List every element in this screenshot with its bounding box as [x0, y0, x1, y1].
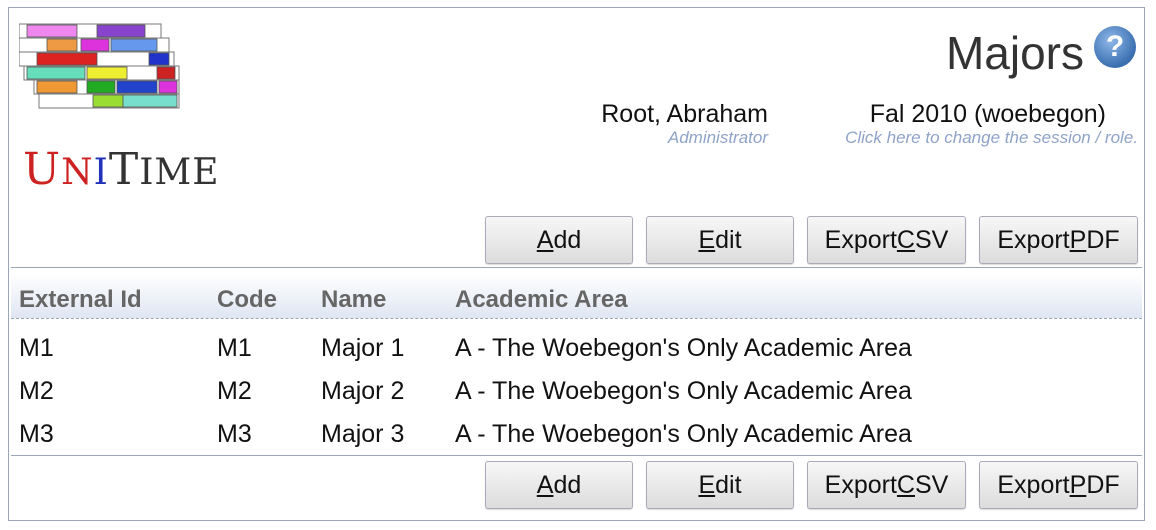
- add-button[interactable]: Add: [485, 461, 633, 509]
- divider: [11, 455, 1142, 456]
- cell-code: M3: [217, 420, 252, 448]
- cell-external-id: M2: [19, 377, 54, 405]
- table-row[interactable]: M2 M2 Major 2 A - The Woebegon's Only Ac…: [11, 369, 1142, 412]
- user-name: Root, Abraham: [601, 100, 768, 128]
- cell-academic-area: A - The Woebegon's Only Academic Area: [455, 334, 912, 362]
- cell-external-id: M3: [19, 420, 54, 448]
- cell-name: Major 3: [321, 420, 405, 448]
- column-header-academic-area[interactable]: Academic Area: [455, 286, 628, 314]
- export-pdf-button[interactable]: Export P DF: [979, 216, 1138, 264]
- page-frame: UNITIME Majors ? Root, Abraham Administr…: [8, 7, 1145, 521]
- cell-code: M2: [217, 377, 252, 405]
- user-role: Administrator: [667, 128, 768, 147]
- column-header-external-id[interactable]: External Id: [19, 286, 142, 314]
- cell-external-id: M1: [19, 334, 54, 362]
- session-name[interactable]: Fal 2010 (woebegon): [870, 100, 1106, 129]
- cell-name: Major 2: [321, 377, 405, 405]
- session-change-link[interactable]: Click here to change the session / role.: [845, 128, 1138, 148]
- cell-name: Major 1: [321, 334, 405, 362]
- divider: [11, 267, 1142, 268]
- add-button[interactable]: Add: [485, 216, 633, 264]
- help-icon[interactable]: ?: [1094, 26, 1136, 68]
- table-header: External Id Code Name Academic Area: [11, 274, 1142, 319]
- export-csv-button[interactable]: Export C SV: [807, 461, 966, 509]
- export-csv-button[interactable]: Export C SV: [807, 216, 966, 264]
- bottom-button-bar: Add Edit Export C SV Export P DF: [485, 461, 1138, 509]
- table-row[interactable]: M1 M1 Major 1 A - The Woebegon's Only Ac…: [11, 326, 1142, 369]
- top-button-bar: Add Edit Export C SV Export P DF: [485, 216, 1138, 264]
- cell-academic-area: A - The Woebegon's Only Academic Area: [455, 377, 912, 405]
- logo-wordmark: UNITIME: [23, 144, 220, 195]
- edit-button[interactable]: Edit: [646, 216, 794, 264]
- export-pdf-button[interactable]: Export P DF: [979, 461, 1138, 509]
- edit-button[interactable]: Edit: [646, 461, 794, 509]
- column-header-code[interactable]: Code: [217, 286, 277, 314]
- unitime-logo[interactable]: UNITIME: [18, 22, 219, 192]
- cell-academic-area: A - The Woebegon's Only Academic Area: [455, 420, 912, 448]
- timetable-grid-icon: [18, 23, 180, 109]
- cell-code: M1: [217, 334, 252, 362]
- table-row[interactable]: M3 M3 Major 3 A - The Woebegon's Only Ac…: [11, 412, 1142, 455]
- page-title: Majors: [945, 27, 1084, 79]
- column-header-name[interactable]: Name: [321, 286, 386, 314]
